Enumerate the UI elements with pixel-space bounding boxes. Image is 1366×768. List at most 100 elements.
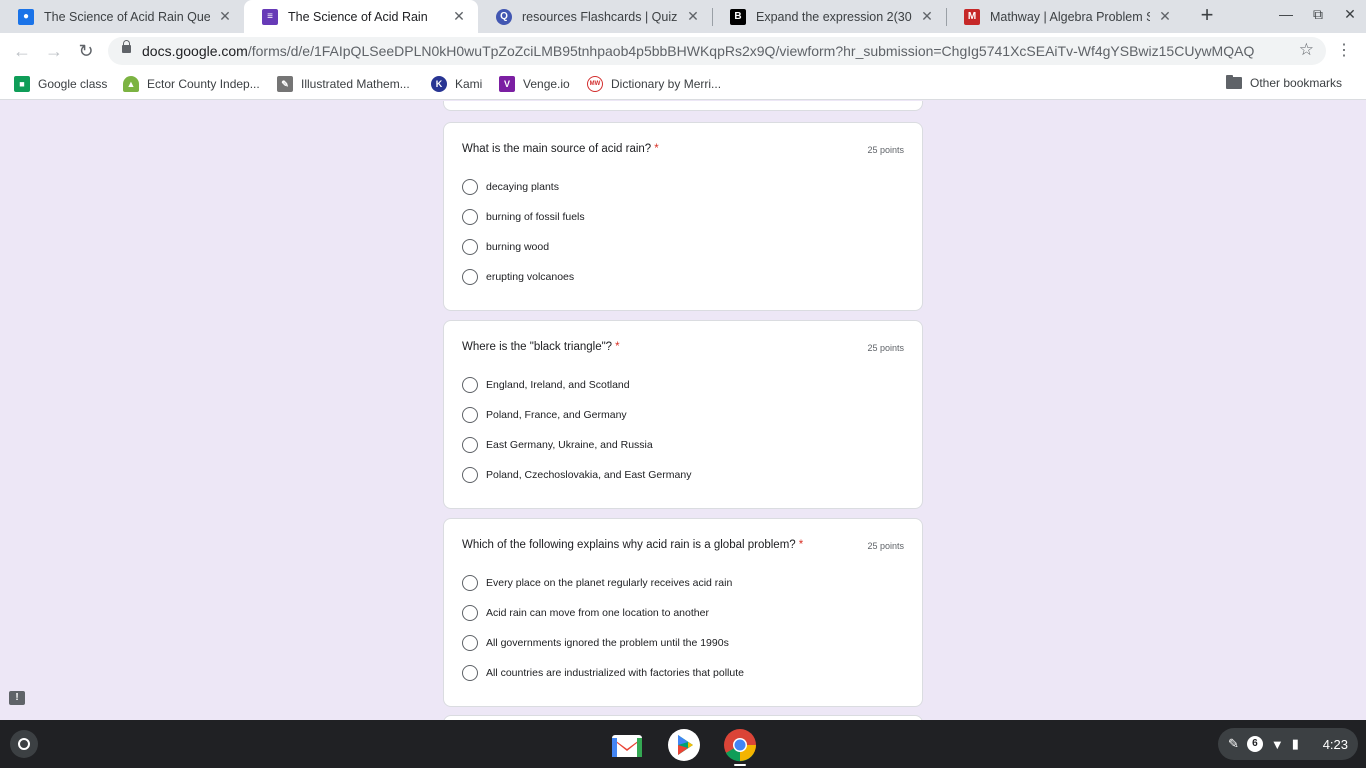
previous-question-card bbox=[443, 101, 923, 111]
answer-option[interactable]: erupting volcanoes bbox=[462, 267, 574, 287]
required-marker: * bbox=[615, 341, 620, 353]
radio-button[interactable] bbox=[462, 635, 478, 651]
option-label: Poland, Czechoslovakia, and East Germany bbox=[486, 469, 692, 481]
radio-button[interactable] bbox=[462, 665, 478, 681]
form-content: What is the main source of acid rain? * 2… bbox=[0, 101, 1366, 720]
bookmark-ector-county[interactable]: ▲ Ector County Indep... bbox=[123, 76, 260, 92]
forward-button[interactable]: → bbox=[42, 40, 66, 62]
answer-option[interactable]: Every place on the planet regularly rece… bbox=[462, 573, 732, 593]
wifi-icon: ▼ bbox=[1270, 736, 1284, 752]
answer-option[interactable]: All governments ignored the problem unti… bbox=[462, 633, 729, 653]
answer-option[interactable]: England, Ireland, and Scotland bbox=[462, 375, 630, 395]
running-indicator bbox=[734, 764, 746, 766]
answer-option[interactable]: burning of fossil fuels bbox=[462, 207, 585, 227]
radio-button[interactable] bbox=[462, 269, 478, 285]
radio-button[interactable] bbox=[462, 467, 478, 483]
answer-option[interactable]: Poland, Czechoslovakia, and East Germany bbox=[462, 465, 691, 485]
tab-brainly[interactable]: B Expand the expression 2(30x-24 ✕ bbox=[712, 0, 946, 33]
radio-button[interactable] bbox=[462, 179, 478, 195]
illustrative-math-icon: ✎ bbox=[277, 76, 293, 92]
radio-button[interactable] bbox=[462, 437, 478, 453]
google-classroom-icon: ■ bbox=[14, 76, 30, 92]
bookmark-kami[interactable]: K Kami bbox=[431, 76, 482, 92]
question-card: What is the main source of acid rain? * 2… bbox=[443, 122, 923, 311]
tab-title: resources Flashcards | Quizlet bbox=[522, 9, 678, 24]
tab-classroom[interactable]: ● The Science of Acid Rain Questi ✕ bbox=[0, 0, 244, 33]
option-label: All governments ignored the problem unti… bbox=[486, 637, 729, 649]
question-card: Which of the following explains why acid… bbox=[443, 518, 923, 707]
points-label: 25 points bbox=[867, 541, 904, 551]
play-store-icon[interactable] bbox=[667, 728, 701, 762]
option-label: Poland, France, and Germany bbox=[486, 409, 627, 421]
answer-option[interactable]: All countries are industrialized with fa… bbox=[462, 663, 744, 683]
question-card: Where is the "black triangle"? * 25 point… bbox=[443, 320, 923, 509]
option-label: East Germany, Ukraine, and Russia bbox=[486, 439, 653, 451]
close-window-icon[interactable]: ✕ bbox=[1336, 6, 1364, 23]
merriam-webster-icon: MW bbox=[587, 76, 603, 92]
status-tray[interactable]: ✎ 6 ▼ ▮ 4:23 bbox=[1218, 728, 1358, 760]
new-tab-button[interactable]: + bbox=[1196, 4, 1218, 28]
tab-mathway[interactable]: M Mathway | Algebra Problem Sol ✕ bbox=[946, 0, 1184, 33]
close-icon[interactable]: ✕ bbox=[1156, 8, 1174, 25]
question-title: Which of the following explains why acid… bbox=[462, 539, 804, 551]
tab-acid-rain-form[interactable]: ≡ The Science of Acid Rain ✕ bbox=[244, 0, 478, 33]
close-icon[interactable]: ✕ bbox=[450, 8, 468, 25]
bookmark-merriam-webster[interactable]: MW Dictionary by Merri... bbox=[587, 76, 721, 92]
bookmark-star-icon[interactable]: ☆ bbox=[1299, 40, 1314, 60]
answer-option[interactable]: Acid rain can move from one location to … bbox=[462, 603, 709, 623]
bookmark-label: Kami bbox=[455, 77, 483, 91]
close-icon[interactable]: ✕ bbox=[918, 8, 936, 25]
radio-button[interactable] bbox=[462, 239, 478, 255]
tab-title: Expand the expression 2(30x-24 bbox=[756, 9, 912, 24]
mathway-icon: M bbox=[964, 8, 980, 25]
tab-quizlet[interactable]: Q resources Flashcards | Quizlet ✕ bbox=[478, 0, 712, 33]
bookmark-label: Google class bbox=[38, 77, 108, 91]
radio-button[interactable] bbox=[462, 209, 478, 225]
folder-icon bbox=[1226, 75, 1242, 89]
bookmark-illustrative-math[interactable]: ✎ Illustrated Mathem... bbox=[277, 76, 410, 92]
option-label: erupting volcanoes bbox=[486, 271, 575, 283]
other-bookmarks-label: Other bookmarks bbox=[1250, 76, 1343, 90]
option-label: burning wood bbox=[486, 241, 550, 253]
stylus-icon[interactable]: ✎ bbox=[1228, 736, 1239, 752]
required-marker: * bbox=[798, 539, 804, 551]
answer-option[interactable]: East Germany, Ukraine, and Russia bbox=[462, 435, 653, 455]
launcher-button[interactable] bbox=[10, 730, 38, 758]
radio-button[interactable] bbox=[462, 575, 478, 591]
chromeos-shelf: ✎ 6 ▼ ▮ 4:23 bbox=[0, 720, 1366, 768]
reload-button[interactable]: ↻ bbox=[74, 40, 98, 62]
address-bar[interactable]: docs.google.com/forms/d/e/1FAIpQLSeeDPLN… bbox=[108, 37, 1326, 65]
answer-option[interactable]: Poland, France, and Germany bbox=[462, 405, 627, 425]
question-title: What is the main source of acid rain? * bbox=[462, 143, 659, 155]
chrome-icon[interactable] bbox=[723, 728, 757, 762]
tab-title: Mathway | Algebra Problem Sol bbox=[990, 9, 1150, 24]
bookmark-venge[interactable]: V Venge.io bbox=[499, 76, 570, 92]
gmail-icon[interactable] bbox=[610, 728, 644, 762]
option-label: burning of fossil fuels bbox=[486, 211, 585, 223]
option-label: Acid rain can move from one location to … bbox=[486, 607, 709, 619]
close-icon[interactable]: ✕ bbox=[216, 8, 234, 25]
required-marker: * bbox=[654, 143, 659, 155]
url-text[interactable]: docs.google.com/forms/d/e/1FAIpQLSeeDPLN… bbox=[142, 43, 1292, 59]
answer-option[interactable]: burning wood bbox=[462, 237, 549, 257]
bookmarks-bar: ■ Google class ▲ Ector County Indep... ✎… bbox=[0, 69, 1366, 100]
more-menu-icon[interactable]: ⋮ bbox=[1336, 40, 1352, 60]
minimize-icon[interactable]: — bbox=[1272, 6, 1300, 22]
radio-button[interactable] bbox=[462, 377, 478, 393]
answer-option[interactable]: decaying plants bbox=[462, 177, 559, 197]
bookmark-label: Ector County Indep... bbox=[147, 77, 260, 91]
feedback-icon[interactable]: ! bbox=[9, 691, 25, 705]
radio-button[interactable] bbox=[462, 407, 478, 423]
option-label: Every place on the planet regularly rece… bbox=[486, 577, 733, 589]
kami-icon: K bbox=[431, 76, 447, 92]
other-bookmarks-folder[interactable]: Other bookmarks bbox=[1226, 75, 1343, 90]
restore-icon[interactable]: ⧉ bbox=[1304, 6, 1332, 23]
notification-count[interactable]: 6 bbox=[1246, 736, 1263, 752]
option-label: decaying plants bbox=[486, 181, 559, 193]
browser-toolbar: ← → ↻ docs.google.com/forms/d/e/1FAIpQLS… bbox=[0, 33, 1366, 69]
close-icon[interactable]: ✕ bbox=[684, 8, 702, 25]
back-button[interactable]: ← bbox=[10, 40, 34, 62]
radio-button[interactable] bbox=[462, 605, 478, 621]
bookmark-label: Dictionary by Merri... bbox=[611, 77, 722, 91]
bookmark-google-class[interactable]: ■ Google class bbox=[14, 76, 107, 92]
